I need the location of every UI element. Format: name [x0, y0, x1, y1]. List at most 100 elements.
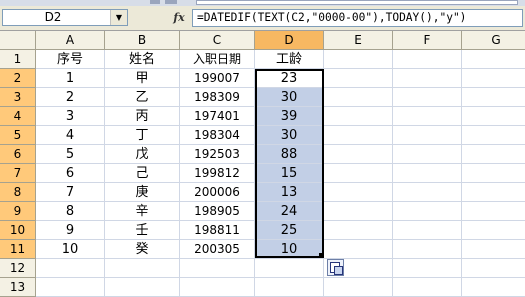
- grid-cell[interactable]: 199812: [180, 164, 255, 183]
- grid-cell[interactable]: 9: [36, 221, 105, 240]
- grid-cell[interactable]: [462, 88, 525, 107]
- grid-cell[interactable]: 23: [255, 69, 324, 88]
- grid-cell[interactable]: 丙: [105, 107, 180, 126]
- column-title-cell[interactable]: 姓名: [105, 50, 180, 69]
- toolbar-field[interactable]: [196, 0, 518, 5]
- name-box[interactable]: D2 ▼: [2, 9, 128, 26]
- grid-cell[interactable]: [36, 278, 105, 297]
- grid-cell[interactable]: [393, 240, 462, 259]
- column-header-c[interactable]: C: [180, 31, 255, 50]
- grid-cell[interactable]: 199007: [180, 69, 255, 88]
- grid-cell[interactable]: [462, 145, 525, 164]
- grid-cell[interactable]: [462, 183, 525, 202]
- grid-cell[interactable]: [324, 221, 393, 240]
- grid-cell[interactable]: [393, 88, 462, 107]
- column-header-b[interactable]: B: [105, 31, 180, 50]
- grid-cell[interactable]: [324, 202, 393, 221]
- grid-cell[interactable]: 己: [105, 164, 180, 183]
- grid-cell[interactable]: [105, 259, 180, 278]
- row-header[interactable]: 9: [0, 202, 36, 221]
- grid-cell[interactable]: [393, 221, 462, 240]
- grid-cell[interactable]: 1: [36, 69, 105, 88]
- grid-cell[interactable]: 3: [36, 107, 105, 126]
- grid-cell[interactable]: 200006: [180, 183, 255, 202]
- grid-cell[interactable]: [324, 278, 393, 297]
- grid-cell[interactable]: 癸: [105, 240, 180, 259]
- toolbar-icon[interactable]: [150, 0, 160, 4]
- column-header-e[interactable]: E: [324, 31, 393, 50]
- grid-cell[interactable]: 13: [255, 183, 324, 202]
- formula-input[interactable]: =DATEDIF(TEXT(C2,"0000-00"),TODAY(),"y"): [192, 9, 523, 27]
- grid-cell[interactable]: [462, 240, 525, 259]
- column-title-cell[interactable]: 入职日期: [180, 50, 255, 69]
- column-title-cell[interactable]: [393, 50, 462, 69]
- grid-cell[interactable]: 25: [255, 221, 324, 240]
- grid-cell[interactable]: [393, 164, 462, 183]
- column-title-cell[interactable]: 工龄: [255, 50, 324, 69]
- row-header[interactable]: 11: [0, 240, 36, 259]
- grid-cell[interactable]: 198304: [180, 126, 255, 145]
- grid-cell[interactable]: 30: [255, 88, 324, 107]
- row-header[interactable]: 1: [0, 50, 36, 69]
- grid-cell[interactable]: 4: [36, 126, 105, 145]
- grid-cell[interactable]: [462, 221, 525, 240]
- row-header[interactable]: 4: [0, 107, 36, 126]
- grid-cell[interactable]: 39: [255, 107, 324, 126]
- grid-cell[interactable]: [324, 107, 393, 126]
- grid-cell[interactable]: [324, 240, 393, 259]
- row-header[interactable]: 7: [0, 164, 36, 183]
- grid-cell[interactable]: [393, 278, 462, 297]
- row-header[interactable]: 6: [0, 145, 36, 164]
- grid-cell[interactable]: [255, 278, 324, 297]
- grid-cell[interactable]: [393, 202, 462, 221]
- row-header[interactable]: 12: [0, 259, 36, 278]
- grid-cell[interactable]: 戊: [105, 145, 180, 164]
- grid-cell[interactable]: 丁: [105, 126, 180, 145]
- grid-cell[interactable]: [462, 69, 525, 88]
- grid-cell[interactable]: [180, 278, 255, 297]
- grid-cell[interactable]: [105, 278, 180, 297]
- column-title-cell[interactable]: [324, 50, 393, 69]
- grid-cell[interactable]: [324, 164, 393, 183]
- grid-cell[interactable]: 24: [255, 202, 324, 221]
- row-header[interactable]: 13: [0, 278, 36, 297]
- column-title-cell[interactable]: [462, 50, 525, 69]
- grid-cell[interactable]: [393, 69, 462, 88]
- grid-cell[interactable]: [324, 126, 393, 145]
- row-header[interactable]: 8: [0, 183, 36, 202]
- paste-options-icon[interactable]: [327, 259, 344, 276]
- grid-cell[interactable]: 甲: [105, 69, 180, 88]
- grid-cell[interactable]: 6: [36, 164, 105, 183]
- column-header-a[interactable]: A: [36, 31, 105, 50]
- grid-cell[interactable]: [393, 126, 462, 145]
- column-header-d[interactable]: D: [255, 31, 324, 50]
- grid-cell[interactable]: [324, 88, 393, 107]
- toolbar-icon[interactable]: [165, 0, 177, 4]
- chevron-down-icon[interactable]: ▼: [110, 10, 127, 25]
- grid-cell[interactable]: 壬: [105, 221, 180, 240]
- grid-cell[interactable]: 5: [36, 145, 105, 164]
- grid-cell[interactable]: 197401: [180, 107, 255, 126]
- grid-cell[interactable]: [36, 259, 105, 278]
- grid-cell[interactable]: [324, 145, 393, 164]
- grid-cell[interactable]: 198905: [180, 202, 255, 221]
- row-header[interactable]: 2: [0, 69, 36, 88]
- grid-cell[interactable]: 8: [36, 202, 105, 221]
- grid-cell[interactable]: 192503: [180, 145, 255, 164]
- grid-cell[interactable]: 10: [255, 240, 324, 259]
- grid-cell[interactable]: 10: [36, 240, 105, 259]
- column-title-cell[interactable]: 序号: [36, 50, 105, 69]
- grid-cell[interactable]: [324, 183, 393, 202]
- grid-cell[interactable]: [462, 278, 525, 297]
- select-all-corner[interactable]: [0, 31, 36, 50]
- grid-cell[interactable]: [462, 164, 525, 183]
- column-header-g[interactable]: G: [462, 31, 525, 50]
- grid-cell[interactable]: [462, 126, 525, 145]
- grid-cell[interactable]: [462, 259, 525, 278]
- grid-cell[interactable]: 198309: [180, 88, 255, 107]
- grid-cell[interactable]: [393, 145, 462, 164]
- grid-cell[interactable]: 7: [36, 183, 105, 202]
- grid-cell[interactable]: [393, 259, 462, 278]
- function-icon[interactable]: fx: [172, 10, 186, 26]
- grid-cell[interactable]: [180, 259, 255, 278]
